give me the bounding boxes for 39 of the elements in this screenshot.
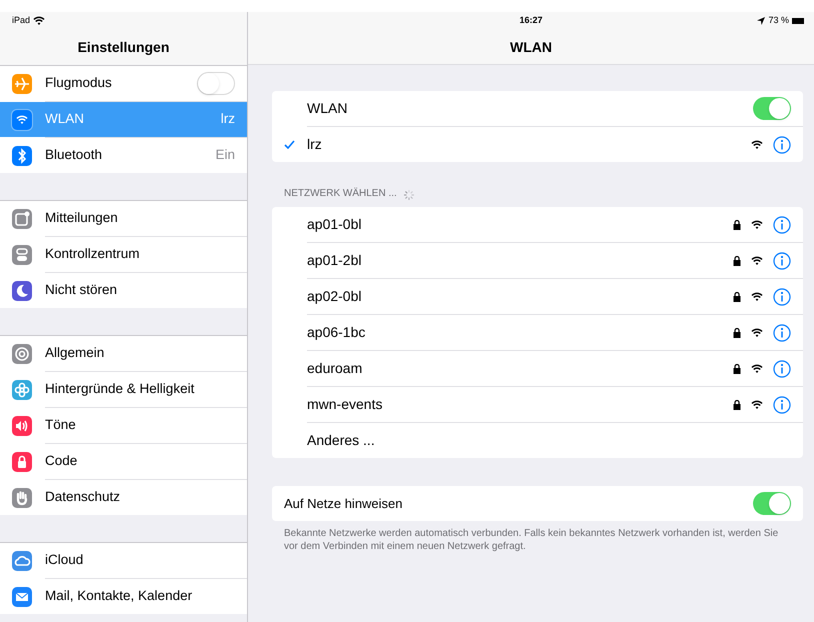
network-row[interactable]: eduroam: [272, 351, 803, 386]
toggle-switch[interactable]: [197, 72, 235, 95]
network-row[interactable]: ap02-0bl: [272, 279, 803, 314]
info-icon[interactable]: [773, 216, 791, 234]
battery-icon: [792, 18, 804, 24]
device-name: iPad: [12, 14, 30, 28]
wifi-icon: [751, 220, 763, 230]
info-icon[interactable]: [773, 252, 791, 270]
network-row[interactable]: lrz: [272, 127, 803, 162]
other-network-item[interactable]: Anderes ...: [272, 423, 803, 458]
wifi-icon: [751, 364, 763, 374]
footnote-text: Bekannte Netzwerke werden automatisch verbunden. Falls kein bekanntes Netzwerk vorhanden ist, werden Sie vor dem Verbinden mit einem neuen Netzwerk gefragt.: [283, 527, 780, 553]
wifi-icon: [751, 292, 763, 302]
wifi-icon: [751, 140, 763, 150]
setting-label: Auf Netze hinweisen: [284, 494, 404, 513]
setting-label: WLAN: [307, 99, 348, 118]
wifi-signal-icon: [33, 16, 46, 26]
loading-spinner-icon: [402, 189, 415, 201]
network-row[interactable]: ap06-1bc: [272, 315, 803, 350]
ask-to-join-toggle[interactable]: [753, 492, 791, 515]
info-icon[interactable]: [773, 324, 791, 342]
clock: 16:27: [519, 14, 543, 28]
wifi-icon: [751, 400, 763, 410]
wifi-icon: [751, 256, 763, 266]
info-icon[interactable]: [773, 396, 791, 414]
info-icon[interactable]: [773, 360, 791, 378]
section-header: NETZWERK WÄHLEN ...: [284, 186, 397, 201]
info-icon[interactable]: [773, 136, 791, 154]
page-title: WLAN: [510, 38, 552, 56]
wifi-icon: [751, 328, 763, 338]
network-row[interactable]: ap01-2bl: [272, 243, 803, 278]
battery-percent: 73 %: [768, 14, 789, 28]
network-row[interactable]: ap01-0bl: [272, 207, 803, 242]
location-arrow-icon: [757, 17, 766, 25]
wlan-toggle[interactable]: [753, 97, 791, 120]
info-icon[interactable]: [773, 288, 791, 306]
sidebar-title: Einstellungen: [78, 38, 170, 57]
checkmark-icon: [284, 140, 295, 149]
network-row[interactable]: mwn-events: [272, 387, 803, 422]
